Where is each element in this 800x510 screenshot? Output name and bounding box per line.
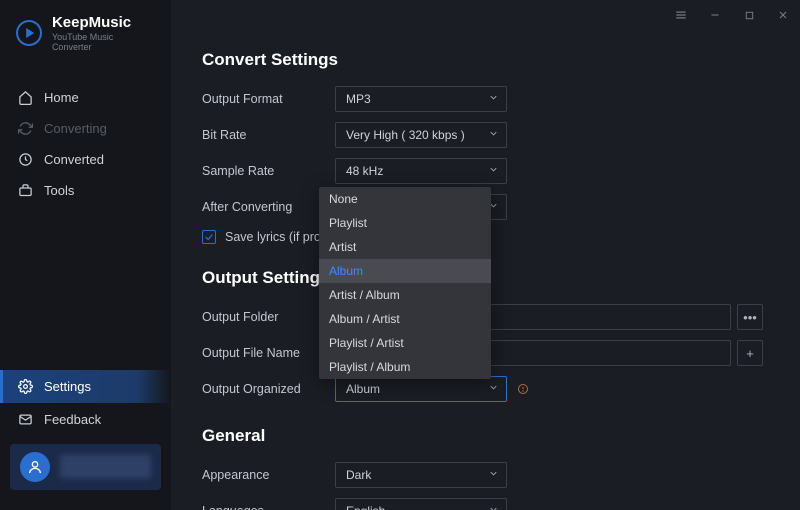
nav-main: Home Converting Converted Tools — [0, 82, 171, 370]
select-value: 48 kHz — [346, 164, 383, 178]
label-languages: Languages — [202, 504, 335, 510]
chevron-down-icon — [488, 92, 499, 106]
refresh-icon — [18, 121, 33, 136]
select-sample-rate[interactable]: 48 kHz — [335, 158, 507, 184]
row-output-format: Output Format MP3 — [202, 86, 760, 112]
chevron-down-icon — [488, 504, 499, 510]
select-bit-rate[interactable]: Very High ( 320 kbps ) — [335, 122, 507, 148]
dropdown-item[interactable]: Album — [319, 259, 491, 283]
label-sample-rate: Sample Rate — [202, 164, 335, 178]
maximize-button[interactable] — [732, 0, 766, 30]
select-appearance[interactable]: Dark — [335, 462, 507, 488]
minimize-button[interactable] — [698, 0, 732, 30]
sidebar-item-label: Converted — [44, 152, 104, 167]
user-card[interactable] — [10, 444, 161, 490]
select-value: English — [346, 504, 385, 510]
dropdown-output-organized: None Playlist Artist Album Artist / Albu… — [319, 187, 491, 379]
row-languages: Languages English — [202, 498, 760, 510]
window-controls — [664, 0, 800, 30]
toolbox-icon — [18, 183, 33, 198]
label-output-format: Output Format — [202, 92, 335, 106]
select-output-format[interactable]: MP3 — [335, 86, 507, 112]
brand: KeepMusic YouTube Music Converter — [0, 0, 171, 68]
select-value: Very High ( 320 kbps ) — [346, 128, 465, 142]
label-output-file-name: Output File Name — [202, 346, 335, 360]
clock-icon — [18, 152, 33, 167]
dropdown-item[interactable]: Artist — [319, 235, 491, 259]
chevron-down-icon — [488, 382, 499, 396]
chevron-down-icon — [488, 164, 499, 178]
brand-text: KeepMusic YouTube Music Converter — [52, 14, 155, 52]
dropdown-item[interactable]: Playlist / Artist — [319, 331, 491, 355]
sidebar: KeepMusic YouTube Music Converter Home C… — [0, 0, 172, 510]
label-after-converting: After Converting — [202, 200, 335, 214]
select-value: MP3 — [346, 92, 371, 106]
app-logo-icon — [16, 20, 42, 46]
select-output-organized[interactable]: Album — [335, 376, 507, 402]
dropdown-item[interactable]: Artist / Album — [319, 283, 491, 307]
dropdown-item[interactable]: Playlist / Album — [319, 355, 491, 379]
sidebar-item-label: Feedback — [44, 412, 101, 427]
sidebar-item-label: Tools — [44, 183, 74, 198]
dropdown-item[interactable]: Playlist — [319, 211, 491, 235]
sidebar-item-feedback[interactable]: Feedback — [0, 403, 171, 436]
close-button[interactable] — [766, 0, 800, 30]
info-icon[interactable] — [517, 383, 529, 395]
label-appearance: Appearance — [202, 468, 335, 482]
sidebar-item-converting[interactable]: Converting — [0, 113, 171, 144]
select-value: Dark — [346, 468, 371, 482]
sidebar-item-home[interactable]: Home — [0, 82, 171, 113]
home-icon — [18, 90, 33, 105]
nav-bottom: Settings Feedback — [0, 370, 171, 510]
chevron-down-icon — [488, 468, 499, 482]
sidebar-item-tools[interactable]: Tools — [0, 175, 171, 206]
brand-subtitle: YouTube Music Converter — [52, 32, 155, 52]
sidebar-item-settings[interactable]: Settings — [0, 370, 171, 403]
mail-icon — [18, 412, 33, 427]
sidebar-item-label: Converting — [44, 121, 107, 136]
menu-button[interactable] — [664, 0, 698, 30]
browse-button[interactable]: ••• — [737, 304, 763, 330]
row-appearance: Appearance Dark — [202, 462, 760, 488]
user-info-blurred — [60, 455, 151, 479]
add-button[interactable]: + — [737, 340, 763, 366]
dropdown-item[interactable]: None — [319, 187, 491, 211]
brand-name: KeepMusic — [52, 14, 155, 31]
select-languages[interactable]: English — [335, 498, 507, 510]
section-title-general: General — [202, 426, 760, 446]
dropdown-item[interactable]: Album / Artist — [319, 307, 491, 331]
gear-icon — [18, 379, 33, 394]
checkbox-save-lyrics[interactable] — [202, 230, 216, 244]
select-value: Album — [346, 382, 380, 396]
label-bit-rate: Bit Rate — [202, 128, 335, 142]
label-output-organized: Output Organized — [202, 382, 335, 396]
avatar — [20, 452, 50, 482]
row-bit-rate: Bit Rate Very High ( 320 kbps ) — [202, 122, 760, 148]
row-sample-rate: Sample Rate 48 kHz — [202, 158, 760, 184]
row-output-organized: Output Organized Album — [202, 376, 760, 402]
sidebar-item-converted[interactable]: Converted — [0, 144, 171, 175]
sidebar-item-label: Home — [44, 90, 79, 105]
chevron-down-icon — [488, 128, 499, 142]
section-title-convert: Convert Settings — [202, 50, 760, 70]
label-output-folder: Output Folder — [202, 310, 335, 324]
sidebar-item-label: Settings — [44, 379, 91, 394]
